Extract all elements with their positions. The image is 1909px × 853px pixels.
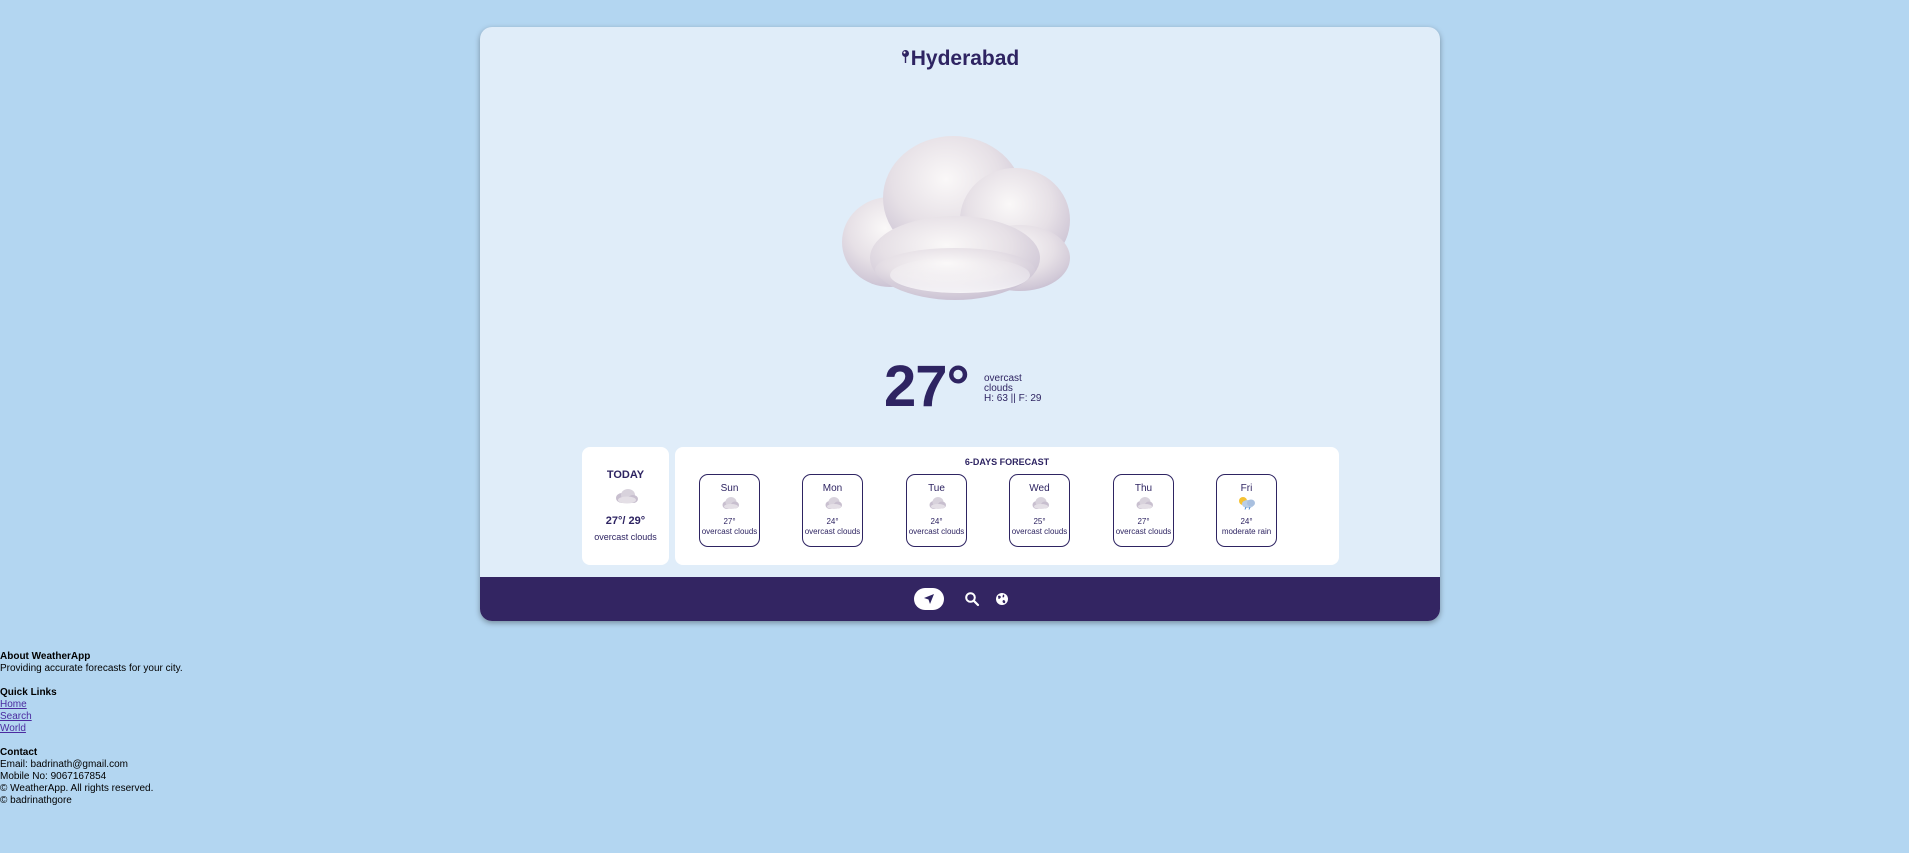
forecast-day-card: Fri 24° moderate rain bbox=[1216, 474, 1277, 547]
forecast-day-name: Thu bbox=[1134, 483, 1153, 494]
forecast-day-name: Sun bbox=[720, 483, 739, 494]
about-title: About WeatherApp bbox=[0, 651, 91, 662]
footer-about: About WeatherApp Providing accurate fore… bbox=[0, 651, 183, 675]
nav-location-button[interactable] bbox=[914, 588, 944, 610]
contact-mobile: Mobile No: 9067167854 bbox=[0, 771, 107, 782]
location-pin-icon bbox=[901, 50, 909, 64]
cloudy-icon bbox=[929, 497, 946, 509]
location-arrow-icon bbox=[924, 594, 934, 604]
sun-rain-icon bbox=[1238, 497, 1255, 510]
forecast-day-temp: 25° bbox=[1033, 517, 1046, 526]
today-card: TODAY 27°/ 29° overcast clouds bbox=[582, 447, 669, 565]
forecast-day-name: Mon bbox=[822, 483, 843, 494]
cloudy-icon bbox=[615, 489, 638, 504]
forecast-day-temp: 24° bbox=[1240, 517, 1253, 526]
high-low: H: 63 || F: 29 bbox=[984, 393, 1042, 404]
forecast-day-card: Wed 25° overcast clouds bbox=[1009, 474, 1070, 547]
footer-contact: Contact Email: badrinath@gmail.com Mobil… bbox=[0, 747, 183, 807]
bottom-navbar bbox=[480, 577, 1440, 621]
current-temperature: 27° bbox=[884, 354, 970, 419]
forecast-day-desc: overcast clouds bbox=[1115, 527, 1172, 536]
today-temps: 27°/ 29° bbox=[605, 515, 646, 527]
contact-email: Email: badrinath@gmail.com bbox=[0, 759, 128, 770]
author-credit: © badrinathgore bbox=[0, 795, 72, 806]
footer-links: Quick Links Home Search World bbox=[0, 687, 183, 735]
today-label: TODAY bbox=[606, 469, 645, 481]
copyright: © WeatherApp. All rights reserved. bbox=[0, 783, 154, 794]
forecast-day-temp: 27° bbox=[723, 517, 736, 526]
today-description: overcast clouds bbox=[594, 532, 657, 542]
about-text: Providing accurate forecasts for your ci… bbox=[0, 663, 183, 674]
forecast-day-card: Mon 24° overcast clouds bbox=[802, 474, 863, 547]
link-home[interactable]: Home bbox=[0, 699, 183, 711]
search-icon[interactable] bbox=[964, 591, 980, 607]
forecast-day-desc: overcast clouds bbox=[908, 527, 965, 536]
forecast-day-desc: moderate rain bbox=[1221, 527, 1272, 536]
globe-icon[interactable] bbox=[994, 591, 1010, 607]
weather-card: Hyderabad 27° overcast clouds H: 63 || F… bbox=[480, 27, 1440, 621]
forecast-day-name: Wed bbox=[1029, 483, 1050, 494]
cloudy-icon bbox=[1032, 497, 1049, 509]
city-header: Hyderabad bbox=[480, 47, 1440, 71]
forecast-day-name: Fri bbox=[1240, 483, 1253, 494]
current-condition: overcast clouds H: 63 || F: 29 bbox=[984, 374, 1054, 404]
forecast-day-card: Thu 27° overcast clouds bbox=[1113, 474, 1174, 547]
cloudy-icon bbox=[825, 497, 842, 509]
forecast-day-card: Tue 24° overcast clouds bbox=[906, 474, 967, 547]
link-world[interactable]: World bbox=[0, 723, 183, 735]
cloudy-icon bbox=[722, 497, 739, 509]
cloudy-icon bbox=[1136, 497, 1153, 509]
forecast-day-card: Sun 27° overcast clouds bbox=[699, 474, 760, 547]
forecast-day-temp: 24° bbox=[930, 517, 943, 526]
forecast-title: 6-DAYS FORECAST bbox=[964, 457, 1050, 467]
contact-title: Contact bbox=[0, 747, 38, 758]
page-footer: About WeatherApp Providing accurate fore… bbox=[0, 651, 183, 807]
forecast-day-temp: 27° bbox=[1137, 517, 1150, 526]
forecast-day-desc: overcast clouds bbox=[701, 527, 758, 536]
forecast-panel: 6-DAYS FORECAST Sun 27° overcast clouds … bbox=[675, 447, 1339, 565]
city-name: Hyderabad bbox=[910, 47, 1020, 70]
forecast-day-name: Tue bbox=[928, 483, 945, 494]
link-search[interactable]: Search bbox=[0, 711, 183, 723]
cloud-icon bbox=[842, 136, 1070, 300]
forecast-day-desc: overcast clouds bbox=[1011, 527, 1068, 536]
forecast-day-temp: 24° bbox=[826, 517, 839, 526]
forecast-day-desc: overcast clouds bbox=[804, 527, 861, 536]
links-title: Quick Links bbox=[0, 687, 57, 698]
